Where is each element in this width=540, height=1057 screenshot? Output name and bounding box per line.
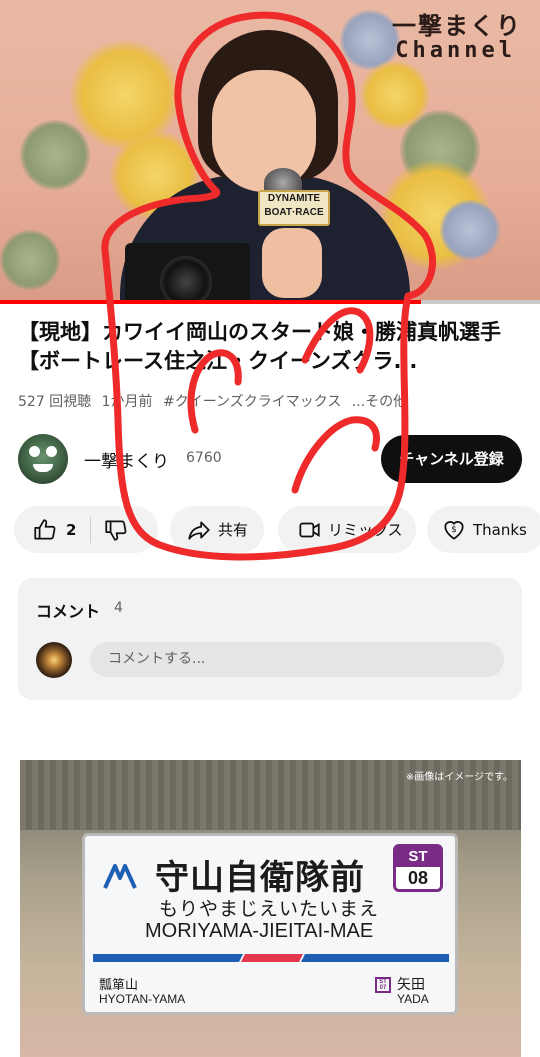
thumbs-up-icon[interactable] — [32, 517, 58, 543]
hand — [262, 228, 322, 298]
next-station-code: ST 07 — [375, 977, 391, 993]
railway-logo-icon — [103, 862, 137, 892]
share-button[interactable]: 共有 — [170, 506, 264, 553]
next-station-jp: 矢田 — [397, 977, 425, 993]
thumbs-down-icon[interactable] — [103, 517, 129, 543]
like-dislike-chip: 2 — [14, 506, 158, 553]
channel-name[interactable]: 一撃まくり — [84, 447, 169, 472]
line-code: ST — [396, 847, 440, 867]
prev-station-jp: 瓢箪山 — [99, 978, 139, 993]
thanks-label: Thanks — [473, 520, 527, 539]
comments-count: 4 — [114, 600, 123, 616]
station-name-kanji: 守山自衛隊前 — [155, 858, 365, 898]
station-name-roman: MORIYAMA-JIEITAI-MAE — [145, 920, 374, 942]
like-count: 2 — [66, 520, 77, 539]
progress-fill — [0, 300, 422, 304]
station-number: 08 — [407, 868, 429, 888]
comments-label: コメント — [36, 602, 101, 621]
thanks-button[interactable]: $ Thanks — [427, 506, 540, 553]
channel-avatar[interactable] — [18, 434, 68, 484]
upload-age: 1か月前 — [101, 394, 153, 410]
share-label: 共有 — [218, 521, 249, 539]
hashtag-link[interactable]: #クイーンズクライマックス — [163, 394, 341, 410]
scribble-stroke — [291, 416, 380, 494]
remix-label: リミックス — [328, 521, 403, 539]
decor-flower — [0, 230, 60, 290]
line-stripe — [93, 954, 449, 962]
decor-flower — [440, 200, 500, 260]
view-count: 527 回視聴 — [18, 394, 92, 410]
video-meta[interactable]: 527 回視聴 1か月前 #クイーンズクライマックス ...その他 — [18, 391, 528, 411]
ad-image[interactable]: ※画像はイメージです。 守山自衛隊前 もりやまじえいたいまえ MORIYAMA-… — [20, 760, 521, 1057]
thanks-icon: $ — [441, 517, 467, 543]
share-icon — [186, 517, 212, 543]
decor-flower — [360, 60, 430, 130]
remix-button[interactable]: リミックス — [278, 506, 416, 553]
next-station-en: YADA — [397, 992, 429, 1006]
video-title[interactable]: 【現地】カワイイ岡山のスタート娘・勝浦真帆選手【ボートレース住之江・クイーンズク… — [18, 318, 524, 376]
person-face — [212, 70, 316, 192]
chip-divider — [90, 516, 92, 543]
station-sign: 守山自衛隊前 もりやまじえいたいまえ MORIYAMA-JIEITAI-MAE … — [82, 833, 458, 1015]
station-name-kana: もりやまじえいたいまえ — [159, 898, 380, 920]
video-player[interactable]: DYNAMITE BOAT·RACE 一撃まくり Channel — [0, 0, 540, 304]
subscriber-count: 6760 — [186, 450, 222, 466]
prev-station-en: HYOTAN-YAMA — [99, 992, 186, 1006]
more-link[interactable]: ...その他 — [352, 394, 407, 410]
mic-flag: DYNAMITE BOAT·RACE — [258, 190, 330, 226]
progress-bar[interactable] — [0, 300, 540, 304]
watermark-title: 一撃まくり — [392, 11, 522, 40]
remix-icon — [296, 517, 322, 543]
mic-flag-line2: BOAT·RACE — [264, 207, 324, 218]
user-avatar — [36, 642, 72, 678]
watermark-subtitle: Channel — [395, 38, 516, 63]
mic-flag-line1: DYNAMITE — [267, 193, 321, 204]
comments-card[interactable]: コメント 4 コメントする... — [18, 578, 522, 700]
subscribe-button[interactable]: チャンネル登録 — [381, 435, 522, 483]
decor-flower — [20, 120, 90, 190]
svg-text:$: $ — [451, 525, 457, 535]
comment-input[interactable]: コメントする... — [90, 642, 504, 677]
camera-lens — [160, 256, 212, 304]
station-number-badge: ST 08 — [393, 844, 443, 892]
image-note: ※画像はイメージです。 — [405, 772, 513, 783]
